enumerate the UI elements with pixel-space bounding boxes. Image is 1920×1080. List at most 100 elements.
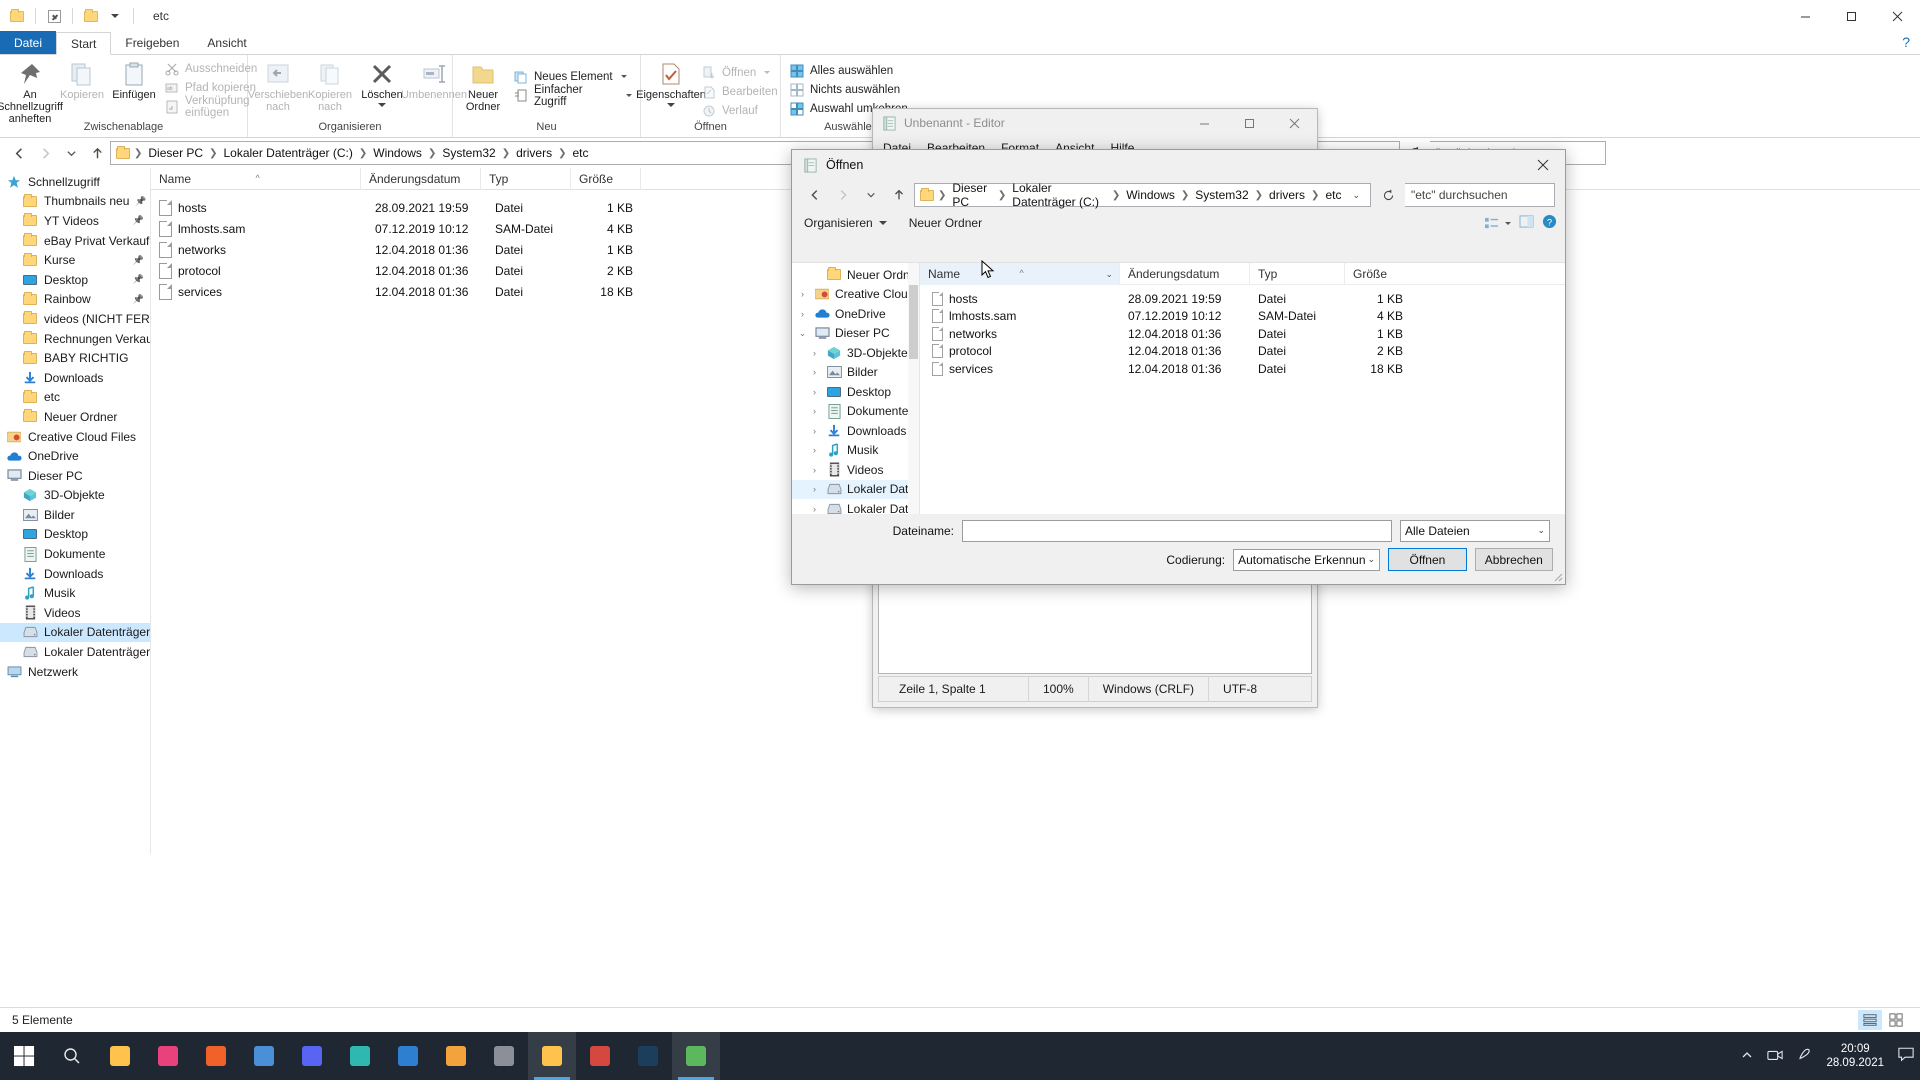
camera-icon[interactable] [1767,1048,1784,1065]
back-button[interactable] [802,183,828,207]
dialog-search-input[interactable]: "etc" durchsuchen [1405,183,1555,207]
sidebar-item-dokumente[interactable]: Dokumente [0,544,150,564]
chevron-down-icon[interactable]: ⌄ [1346,190,1366,201]
tab-ansicht[interactable]: Ansicht [193,31,260,54]
dialog-sidebar-item-lokaler-datentr[interactable]: ›Lokaler Datenträ [792,499,919,514]
sidebar-item-lokaler-datentr-ger-c[interactable]: Lokaler Datenträger (C [0,622,150,643]
dialog-sidebar-item-bilder[interactable]: › Bilder [792,363,919,383]
dialog-table-row[interactable]: lmhosts.sam 07.12.2019 10:12 SAM-Datei 4 KB [920,308,1565,326]
dialog-table-row[interactable]: services 12.04.2018 01:36 Datei 18 KB [920,360,1565,378]
app-blue-icon[interactable] [384,1032,432,1080]
sidebar-item-etc[interactable]: etc [0,388,150,408]
explorer-active-icon[interactable] [528,1032,576,1080]
notepad-active-icon[interactable] [672,1032,720,1080]
close-button[interactable] [1272,109,1317,137]
easy-access-button[interactable]: Einfacher Zugriff [509,84,636,108]
column-header-type[interactable]: Typ [481,167,571,190]
maximize-button[interactable] [1227,109,1272,137]
expand-chevron-icon[interactable]: › [808,445,821,455]
sidebar-item-3d-objekte[interactable]: 3D-Objekte [0,486,150,506]
new-folder-button[interactable]: Neuer Ordner [457,57,509,115]
large-icons-view-icon[interactable] [1884,1010,1908,1030]
dialog-sidebar-item-creative-cloud-fil[interactable]: ›Creative Cloud Fil [792,285,919,305]
dialog-table-row[interactable]: protocol 12.04.2018 01:36 Datei 2 KB [920,343,1565,361]
clock[interactable]: 20:09 28.09.2021 [1826,1042,1884,1070]
sidebar-item-dieser-pc[interactable]: Dieser PC [0,466,150,486]
breadcrumb-item[interactable]: etc [1322,188,1344,202]
copy-button[interactable]: Kopieren [56,57,108,103]
breadcrumb-item[interactable]: drivers [513,146,555,160]
sidebar-item-rechnungen-verkau[interactable]: Rechnungen Verkau📌 [0,329,150,349]
dialog-sidebar-item-videos[interactable]: › Videos [792,460,919,480]
breadcrumb-item[interactable]: Lokaler Datenträger (C:) [1009,181,1109,209]
breadcrumb-item[interactable]: etc [569,146,591,160]
photoshop-icon[interactable] [624,1032,672,1080]
cancel-button[interactable]: Abbrechen [1474,548,1553,571]
pin-icon[interactable]: 📌 [133,215,144,226]
minimize-button[interactable] [1782,0,1828,32]
filetype-select[interactable]: Alle Dateien ⌄ [1400,519,1550,542]
nav-scrollbar[interactable] [908,263,919,514]
sidebar-item-rainbow[interactable]: Rainbow 📌 [0,290,150,310]
recent-locations-button[interactable] [58,141,84,165]
sidebar-item-videos-nicht-fert[interactable]: videos (NICHT FERT📌 [0,309,150,329]
app-teal-icon[interactable] [336,1032,384,1080]
chevron-down-icon[interactable] [620,75,627,78]
expand-chevron-icon[interactable]: › [808,504,821,514]
column-header-date[interactable]: Änderungsdatum [1120,262,1250,285]
dialog-sidebar-item-neuer-ordner[interactable]: Neuer Ordner [792,265,919,285]
breadcrumb-item[interactable]: Windows [370,146,425,160]
tab-freigeben[interactable]: Freigeben [111,31,193,54]
breadcrumb-item[interactable]: System32 [439,146,498,160]
breadcrumb-item[interactable]: Dieser PC [949,181,995,209]
copy-to-button[interactable]: Kopieren nach [304,57,356,115]
sidebar-item-creative-cloud-files[interactable]: Creative Cloud Files [0,427,150,447]
view-options-icon[interactable] [1484,217,1511,230]
forward-button[interactable] [32,141,58,165]
breadcrumb-item[interactable]: Dieser PC [145,146,206,160]
column-header-date[interactable]: Änderungsdatum [361,167,481,190]
sidebar-item-lokaler-datentr-ger-d[interactable]: Lokaler Datenträger (D [0,642,150,662]
column-header-size[interactable]: Größe [1345,263,1415,285]
pin-icon[interactable]: 📌 [133,255,144,266]
folder-icon[interactable] [8,7,26,25]
breadcrumb-item[interactable]: Windows [1123,188,1178,202]
cut-button[interactable]: Ausschneiden [160,59,261,78]
dialog-sidebar-item-downloads[interactable]: › Downloads [792,421,919,441]
maximize-button[interactable] [1828,0,1874,32]
sidebar-item-neuer-ordner[interactable]: Neuer Ordner [0,407,150,427]
sidebar-item-kurse[interactable]: Kurse 📌 [0,250,150,270]
dialog-sidebar-item-3d-objekte[interactable]: › 3D-Objekte [792,343,919,363]
sidebar-item-bilder[interactable]: Bilder [0,505,150,525]
expand-chevron-icon[interactable]: › [808,387,821,397]
details-view-icon[interactable] [1858,1010,1882,1030]
forward-button[interactable] [830,183,856,207]
sidebar-item-yt-videos[interactable]: YT Videos 📌 [0,211,150,231]
show-hidden-icons-icon[interactable] [1741,1049,1753,1064]
expand-chevron-icon[interactable]: › [808,406,821,416]
sidebar-item-schnellzugriff[interactable]: Schnellzugriff [0,172,150,192]
open-button[interactable]: Öffnen [697,63,782,82]
new-folder-icon[interactable] [82,7,100,25]
help-icon[interactable]: ? [1542,214,1557,232]
encoding-select[interactable]: Automatische Erkennun ⌄ [1233,548,1381,571]
firefox-icon[interactable] [192,1032,240,1080]
close-button[interactable] [1874,0,1920,32]
column-header-name[interactable]: Name ^ ⌄ [920,262,1120,285]
dialog-table-row[interactable]: networks 12.04.2018 01:36 Datei 1 KB [920,325,1565,343]
sidebar-item-musik[interactable]: Musik [0,583,150,603]
help-icon[interactable]: ? [1902,34,1910,50]
dialog-sidebar-item-dieser-pc[interactable]: ⌄ Dieser PC [792,324,919,344]
dialog-sidebar-item-lokaler-datentr[interactable]: ›Lokaler Datenträ [792,479,919,499]
breadcrumb-item[interactable]: System32 [1192,188,1251,202]
column-header-size[interactable]: Größe [571,167,641,190]
dialog-sidebar-item-musik[interactable]: › Musik [792,441,919,461]
paste-button[interactable]: Einfügen [108,57,160,103]
refresh-button[interactable] [1373,183,1403,207]
minimize-button[interactable] [1182,109,1227,137]
dialog-sidebar-item-onedrive[interactable]: › OneDrive [792,304,919,324]
resize-grip[interactable] [1551,570,1563,582]
up-button[interactable] [886,183,912,207]
organize-button[interactable]: Organisieren [804,216,887,230]
select-none-button[interactable]: Nichts auswählen [785,80,912,99]
